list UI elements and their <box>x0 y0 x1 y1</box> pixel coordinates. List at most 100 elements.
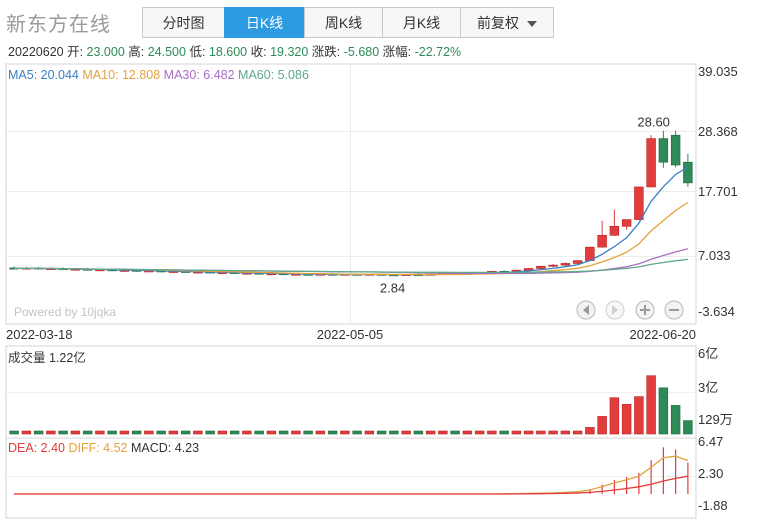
candle <box>597 220 607 248</box>
chevron-down-icon <box>527 21 537 28</box>
zoom-out-icon[interactable] <box>664 300 684 320</box>
volume-bar <box>572 430 583 435</box>
volume-y-tick: 3亿 <box>698 380 718 395</box>
chart-area: 20220620 开: 23.000 高: 24.500 低: 18.600 收… <box>0 40 778 522</box>
candle-body <box>597 235 607 248</box>
high-price-label: 28.60 <box>637 115 670 130</box>
candle-body <box>536 265 546 269</box>
volume-bar <box>229 430 240 435</box>
dea-line <box>14 475 689 495</box>
kline-y-axis: 39.035 28.368 17.701 7.033 -3.634 <box>698 64 738 319</box>
info-label: 20220620 <box>8 45 64 59</box>
candle <box>683 153 693 187</box>
tab-monthly-k[interactable]: 月K线 <box>382 7 460 38</box>
volume-bar <box>658 387 669 435</box>
candle <box>646 135 656 188</box>
volume-bar <box>609 397 620 435</box>
candle-body <box>560 263 571 266</box>
volume-bar <box>156 430 166 435</box>
volume-bar <box>352 430 362 435</box>
kline-x-axis: 2022-03-18 2022-05-05 2022-06-20 <box>6 327 696 342</box>
ma-line-10 <box>14 201 689 276</box>
candle <box>670 130 681 168</box>
kline-x-tick: 2022-05-05 <box>317 327 384 342</box>
volume-bar <box>315 430 326 435</box>
candle-body <box>609 226 620 236</box>
macd-y-tick: 2.30 <box>698 466 723 481</box>
volume-bar <box>450 430 460 435</box>
macd-legend-item: DIFF: 4.52 <box>65 441 128 455</box>
ma-legend-item: MA30: 6.482 <box>160 68 234 82</box>
volume-bar <box>119 430 130 435</box>
volume-bar <box>634 396 644 435</box>
candle-body <box>621 219 632 227</box>
volume-bar <box>144 430 154 435</box>
info-value: 19.320 <box>267 45 309 59</box>
volume-bar <box>499 430 509 435</box>
stock-chart-svg: 20220620 开: 23.000 高: 24.500 低: 18.600 收… <box>5 44 738 519</box>
volume-bar <box>597 416 607 435</box>
candle-body <box>572 260 583 264</box>
tab-intraday[interactable]: 分时图 <box>142 7 224 38</box>
volume-bar <box>193 430 203 435</box>
kline-x-tick: 2022-03-18 <box>6 327 73 342</box>
volume-bar <box>58 430 68 435</box>
zoom-in-icon[interactable] <box>635 300 655 320</box>
volume-bar <box>46 430 56 435</box>
volume-bar <box>95 430 105 435</box>
volume-bar <box>548 430 558 435</box>
info-value: -22.72% <box>411 45 461 59</box>
volume-bar <box>180 430 191 435</box>
volume-bar <box>389 430 399 435</box>
ohlc-info-line: 20220620 开: 23.000 高: 24.500 低: 18.600 收… <box>8 44 461 59</box>
left-arrow-icon[interactable] <box>576 300 596 320</box>
candle <box>548 263 558 268</box>
candle <box>621 219 632 230</box>
volume-bar <box>9 430 19 435</box>
info-label: 低: <box>186 45 205 59</box>
ma-legend-item: MA10: 12.808 <box>79 68 160 82</box>
candle <box>609 209 620 236</box>
tab-daily-k[interactable]: 日K线 <box>224 7 304 38</box>
volume-bar <box>425 430 436 435</box>
volume-bar <box>82 430 93 435</box>
volume-bar <box>217 430 228 435</box>
volume-y-tick: 6亿 <box>698 346 718 361</box>
volume-legend: 成交量 1.22亿 <box>8 350 86 365</box>
watermark: Powered by 10jqka <box>14 305 116 319</box>
volume-bar <box>523 430 534 435</box>
candle-body <box>548 264 558 267</box>
candle-body <box>646 138 656 188</box>
volume-bar <box>487 430 497 435</box>
volume-bar <box>327 430 338 435</box>
info-value: -5.680 <box>340 45 379 59</box>
volume-y-tick: 129万 <box>698 412 733 427</box>
info-label: 涨幅: <box>379 44 411 59</box>
candle-body <box>670 134 681 166</box>
kline-x-tick: 2022-06-20 <box>630 327 697 342</box>
volume-bar <box>242 430 252 435</box>
macd-y-axis: 6.47 2.30 -1.88 <box>698 434 728 513</box>
chart-nav-buttons <box>576 300 684 320</box>
volume-bar <box>646 375 656 435</box>
volume-bar <box>266 430 277 435</box>
volume-bar <box>278 430 289 435</box>
volume-bar <box>33 430 44 435</box>
volume-bars-layer <box>9 375 693 435</box>
ma-legend-item: MA5: 20.044 <box>8 68 79 82</box>
volume-bar <box>131 430 142 435</box>
top-bar: 新东方在线 分时图 日K线 周K线 月K线 前复权 <box>0 0 778 40</box>
ma-legend-item: MA60: 5.086 <box>235 68 309 82</box>
volume-bar <box>340 430 350 435</box>
right-arrow-icon[interactable] <box>605 300 625 320</box>
tab-weekly-k[interactable]: 周K线 <box>304 7 382 38</box>
diff-line <box>14 455 689 495</box>
volume-bar <box>364 430 375 435</box>
volume-bar <box>474 430 485 435</box>
volume-bar <box>560 430 571 435</box>
volume-bar <box>462 430 473 435</box>
candle-body <box>683 161 693 184</box>
adjust-dropdown[interactable]: 前复权 <box>460 7 554 38</box>
info-value: 23.000 <box>83 45 125 59</box>
volume-bar <box>291 430 301 435</box>
